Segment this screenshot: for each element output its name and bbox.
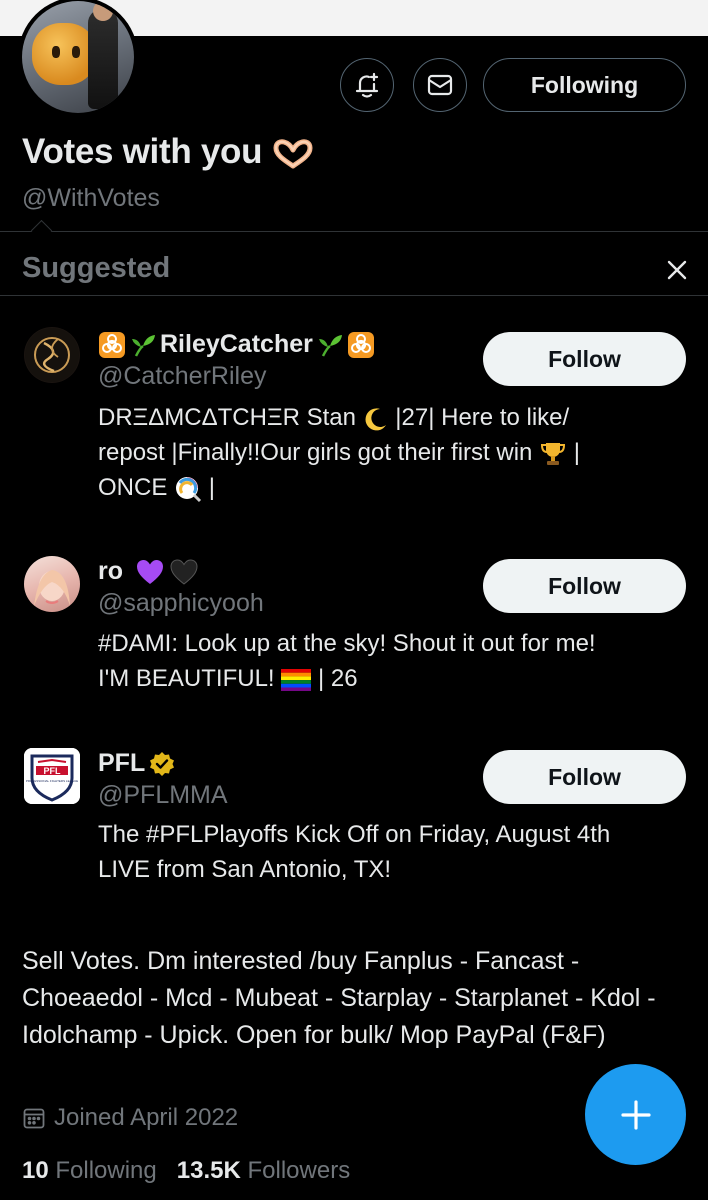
profile-bio: Sell Votes. Dm interested /buy Fanplus -… — [22, 947, 656, 1049]
bio-text: I'M BEAUTIFUL! — [98, 665, 275, 692]
compose-post-button[interactable] — [585, 1064, 686, 1165]
joined-date: Joined April 2022 — [22, 1104, 238, 1132]
close-icon — [667, 260, 687, 280]
bio-text: The #PFLPlayoffs Kick Off on Friday, Aug… — [98, 821, 611, 848]
follow-button-ro[interactable]: Follow — [483, 559, 686, 613]
crescent-moon-icon — [363, 406, 389, 432]
suggested-handle-ro: @sapphicyooh — [98, 589, 264, 617]
bio-text: LIVE from San Antonio, TX! — [98, 856, 392, 883]
follow-button-pfl[interactable]: Follow — [483, 750, 686, 804]
bio-text: | — [573, 439, 580, 466]
bio-text: repost |Finally!!Our girls got their fir… — [98, 439, 533, 466]
notification-bell-button[interactable] — [340, 58, 394, 112]
avatar-image — [22, 1, 134, 113]
pfl-logo-icon: PFL PROFESSIONAL FIGHTERS LEAGUE — [24, 748, 80, 804]
suggested-avatar-ro[interactable] — [24, 556, 80, 612]
suggested-name-riley[interactable]: RileyCatcher — [98, 330, 375, 359]
followers-count-link[interactable]: 13.5K Followers — [177, 1157, 350, 1184]
profile-handle: @WithVotes — [22, 184, 160, 212]
biohazard-icon — [347, 331, 375, 359]
following-label: Following — [55, 1157, 157, 1184]
svg-text:PFL: PFL — [44, 766, 62, 776]
plus-icon — [620, 1099, 651, 1130]
suggested-title: Suggested — [22, 252, 171, 284]
suggested-name-text: PFL — [98, 749, 146, 777]
suggested-name-text: RileyCatcher — [160, 330, 313, 358]
bio-text: #DAMI: Look up at the sky! Shout it out … — [98, 630, 596, 657]
suggested-handle-pfl: @PFLMMA — [98, 781, 228, 809]
rainbow-flag-icon — [281, 668, 312, 691]
follow-counts: 10 Following 13.5K Followers — [22, 1157, 350, 1185]
lollipop-icon — [174, 475, 202, 503]
bell-plus-icon — [355, 72, 379, 98]
calendar-icon — [23, 1108, 45, 1129]
suggested-avatar-riley[interactable] — [24, 327, 80, 383]
suggested-name-text: ro — [98, 557, 123, 585]
bio-text: | 26 — [317, 665, 358, 692]
purple-heart-icon — [135, 558, 165, 586]
suggested-divider — [0, 295, 708, 296]
suggested-name-pfl[interactable]: PFL — [98, 749, 175, 778]
bio-text: ONCE — [98, 474, 168, 501]
seedling-icon — [317, 332, 343, 358]
close-suggested-button[interactable] — [662, 255, 692, 285]
followers-count: 13.5K — [176, 1157, 241, 1184]
profile-display-name: Votes with you — [22, 132, 314, 172]
message-button[interactable] — [413, 58, 467, 112]
person-photo-icon — [34, 570, 70, 606]
suggested-handle-riley: @CatcherRiley — [98, 362, 267, 390]
seedling-icon — [130, 332, 156, 358]
suggested-name-ro[interactable]: ro — [98, 557, 199, 586]
section-divider — [0, 231, 708, 232]
joined-text: Joined April 2022 — [54, 1104, 239, 1131]
biohazard-icon — [98, 331, 126, 359]
bio-text: | — [208, 474, 215, 501]
following-count-link[interactable]: 10 Following — [22, 1157, 157, 1184]
bio-text: |27| Here to like/ — [395, 404, 570, 431]
bio-text: DRΞΔMCΔTCHΞR Stan — [98, 404, 356, 431]
black-heart-icon — [169, 558, 199, 586]
suggested-avatar-pfl[interactable]: PFL PROFESSIONAL FIGHTERS LEAGUE — [24, 748, 80, 804]
svg-text:PROFESSIONAL FIGHTERS LEAGUE: PROFESSIONAL FIGHTERS LEAGUE — [26, 779, 78, 783]
divider-notch — [30, 219, 53, 242]
display-name-text: Votes with you — [22, 132, 263, 171]
dreamcatcher-logo-icon — [25, 328, 79, 382]
envelope-icon — [427, 74, 453, 96]
followers-label: Followers — [247, 1157, 351, 1184]
suggested-bio-riley: DRΞΔMCΔTCHΞR Stan |27| Here to like/ rep… — [98, 400, 678, 505]
verified-badge-icon — [149, 751, 175, 777]
trophy-icon — [539, 440, 567, 468]
profile-avatar[interactable] — [18, 0, 138, 117]
suggested-bio-pfl: The #PFLPlayoffs Kick Off on Friday, Aug… — [98, 817, 678, 887]
following-count: 10 — [22, 1157, 49, 1184]
follow-button-riley[interactable]: Follow — [483, 332, 686, 386]
heart-hands-icon — [272, 138, 314, 170]
suggested-bio-ro: #DAMI: Look up at the sky! Shout it out … — [98, 626, 678, 696]
following-button[interactable]: Following — [483, 58, 686, 112]
